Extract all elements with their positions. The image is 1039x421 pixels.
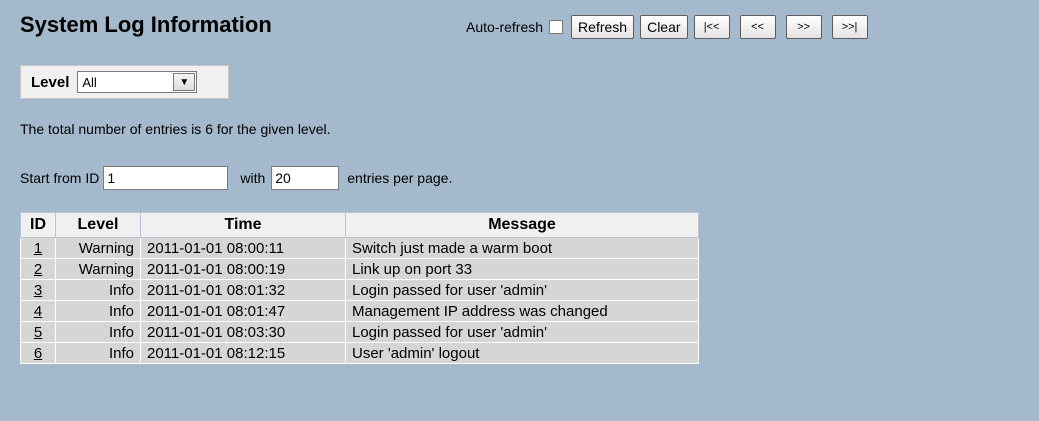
log-entry-id-link[interactable]: 6 <box>34 345 42 362</box>
last-page-button[interactable]: >>| <box>831 15 868 39</box>
table-row: 6 Info 2011-01-01 08:12:15 User 'admin' … <box>20 342 699 364</box>
column-header-id: ID <box>20 212 56 238</box>
toolbar: Auto-refresh Refresh Clear |<< << >> >>| <box>466 14 878 40</box>
log-entry-level: Warning <box>55 258 141 280</box>
log-entry-id-link[interactable]: 2 <box>34 261 42 278</box>
log-entry-message: User 'admin' logout <box>345 342 699 364</box>
table-row: 5 Info 2011-01-01 08:03:30 Login passed … <box>20 321 699 343</box>
chevron-down-icon[interactable]: ▼ <box>173 73 196 91</box>
next-page-button[interactable]: >> <box>785 15 822 39</box>
table-header-row: ID Level Time Message <box>20 212 699 238</box>
previous-page-button[interactable]: << <box>739 15 776 39</box>
log-entry-level: Info <box>55 321 141 343</box>
log-entry-level: Info <box>55 300 141 322</box>
entries-summary: The total number of entries is 6 for the… <box>20 121 331 137</box>
table-row: 1 Warning 2011-01-01 08:00:11 Switch jus… <box>20 237 699 259</box>
table-row: 4 Info 2011-01-01 08:01:47 Management IP… <box>20 300 699 322</box>
start-id-label: Start from ID <box>20 170 100 186</box>
with-label: with <box>240 170 266 186</box>
entries-per-page-input[interactable] <box>271 166 340 190</box>
log-entry-time: 2011-01-01 08:12:15 <box>140 342 346 364</box>
column-header-message: Message <box>345 212 699 238</box>
page-title: System Log Information <box>20 12 272 37</box>
log-entry-message: Switch just made a warm boot <box>345 237 699 259</box>
log-entry-message: Link up on port 33 <box>345 258 699 280</box>
log-entry-id-link[interactable]: 5 <box>34 324 42 341</box>
log-entry-time: 2011-01-01 08:00:11 <box>140 237 346 259</box>
level-filter-box: Level All ▼ <box>20 65 229 99</box>
log-entry-level: Info <box>55 279 141 301</box>
column-header-time: Time <box>140 212 346 238</box>
log-entry-time: 2011-01-01 08:03:30 <box>140 321 346 343</box>
log-entry-time: 2011-01-01 08:01:47 <box>140 300 346 322</box>
start-id-input[interactable] <box>103 166 229 190</box>
auto-refresh-checkbox[interactable] <box>549 20 564 34</box>
entries-per-page-label: entries per page. <box>347 170 453 186</box>
clear-button[interactable]: Clear <box>640 15 688 39</box>
log-entry-id-link[interactable]: 1 <box>34 240 42 257</box>
log-entry-message: Login passed for user 'admin' <box>345 321 699 343</box>
log-entry-message: Login passed for user 'admin' <box>345 279 699 301</box>
level-select-value: All <box>82 74 97 90</box>
log-entry-level: Info <box>55 342 141 364</box>
pagination-row: Start from ID with entries per page. <box>20 166 452 190</box>
log-entry-id-link[interactable]: 4 <box>34 303 42 320</box>
log-entry-time: 2011-01-01 08:01:32 <box>140 279 346 301</box>
level-filter-label: Level <box>31 73 70 91</box>
log-entry-message: Management IP address was changed <box>345 300 699 322</box>
system-log-table: ID Level Time Message 1 Warning 2011-01-… <box>20 212 699 364</box>
column-header-level: Level <box>55 212 141 238</box>
log-entry-level: Warning <box>55 237 141 259</box>
first-page-button[interactable]: |<< <box>693 15 730 39</box>
auto-refresh-label: Auto-refresh <box>466 19 544 35</box>
log-entry-time: 2011-01-01 08:00:19 <box>140 258 346 280</box>
table-row: 3 Info 2011-01-01 08:01:32 Login passed … <box>20 279 699 301</box>
log-entry-id-link[interactable]: 3 <box>34 282 42 299</box>
table-row: 2 Warning 2011-01-01 08:00:19 Link up on… <box>20 258 699 280</box>
level-select[interactable]: All ▼ <box>77 71 198 93</box>
refresh-button[interactable]: Refresh <box>571 15 635 39</box>
